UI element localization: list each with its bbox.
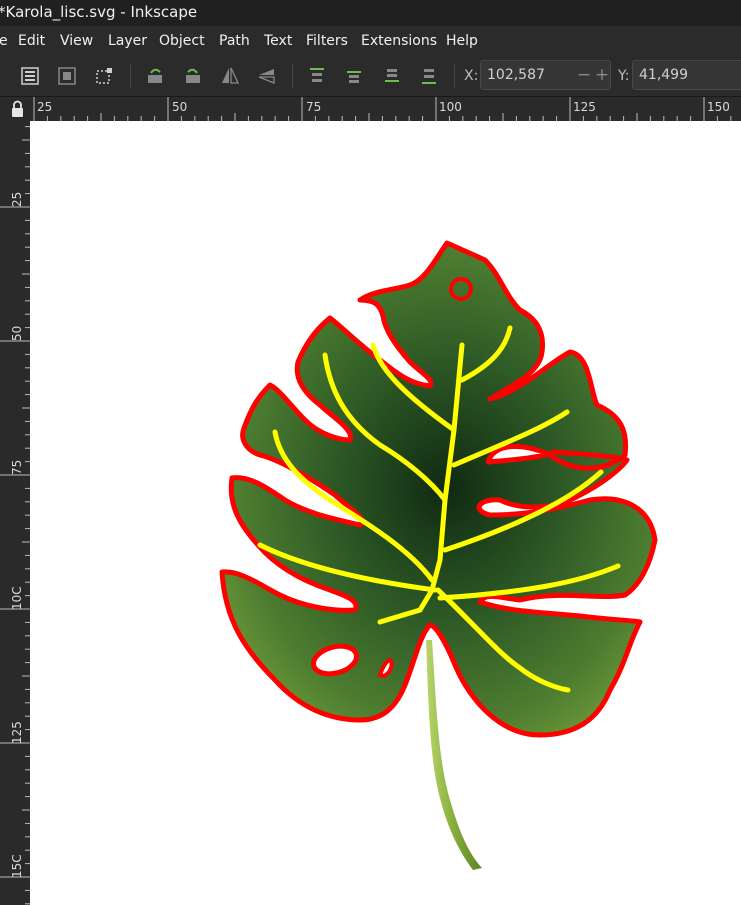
horizontal-ruler[interactable]: 25 50 75 100 125 150 [30,97,741,121]
menu-edit[interactable]: Edit [18,26,45,56]
menu-file[interactable]: e [0,26,8,56]
raise-icon[interactable] [342,64,366,88]
menu-path[interactable]: Path [219,26,250,56]
menu-extensions[interactable]: Extensions [361,26,437,56]
ruler-label: 125 [573,100,596,114]
title-bar: *Karola_lisc.svg - Inkscape [0,0,741,26]
menu-bar: e Edit View Layer Object Path Text Filte… [0,26,741,56]
ruler-label: 25 [10,191,24,207]
ruler-label: 75 [10,459,24,475]
ruler-label: 150 [707,100,730,114]
select-all-icon[interactable] [18,64,42,88]
x-decrement-button[interactable]: − [575,64,593,86]
ruler-label: 10C [10,586,24,610]
y-coordinate-input[interactable] [639,65,719,85]
menu-text[interactable]: Text [264,26,292,56]
toolbar-separator [130,64,131,88]
lower-to-bottom-icon[interactable] [417,64,441,88]
flip-vertical-icon[interactable] [255,64,279,88]
menu-view[interactable]: View [60,26,93,56]
menu-help[interactable]: Help [446,26,478,56]
menu-object[interactable]: Object [159,26,205,56]
y-coordinate-field [632,60,741,90]
toolbar-separator [454,64,455,88]
tool-controls-bar: X: − + Y: [0,56,741,97]
toolbar-separator [292,64,293,88]
drawing-canvas[interactable] [30,121,741,905]
ruler-label: 100 [439,100,462,114]
flip-horizontal-icon[interactable] [218,64,242,88]
rotate-ccw-icon[interactable] [143,64,167,88]
ruler-label: 15C [10,854,24,878]
lock-icon[interactable] [0,97,30,121]
ruler-corner [0,97,30,121]
raise-to-top-icon[interactable] [305,64,329,88]
vertical-ruler[interactable]: 25 50 75 10C 125 15C [0,121,30,905]
x-coordinate-field: − + [480,60,611,90]
menu-filters[interactable]: Filters [306,26,348,56]
window-title: *Karola_lisc.svg - Inkscape [0,3,198,21]
y-coordinate-label: Y: [618,68,630,84]
leaf-artwork[interactable] [30,121,741,905]
select-all-layers-icon[interactable] [55,64,79,88]
ruler-label: 50 [10,325,24,341]
rotate-cw-icon[interactable] [181,64,205,88]
ruler-label: 25 [37,100,53,114]
x-increment-button[interactable]: + [593,64,611,86]
deselect-icon[interactable] [92,64,116,88]
lower-icon[interactable] [380,64,404,88]
menu-layer[interactable]: Layer [108,26,147,56]
ruler-label: 125 [10,721,24,744]
x-coordinate-label: X: [464,68,479,84]
ruler-label: 50 [172,100,188,114]
x-coordinate-input[interactable] [487,65,567,85]
ruler-label: 75 [306,100,322,114]
